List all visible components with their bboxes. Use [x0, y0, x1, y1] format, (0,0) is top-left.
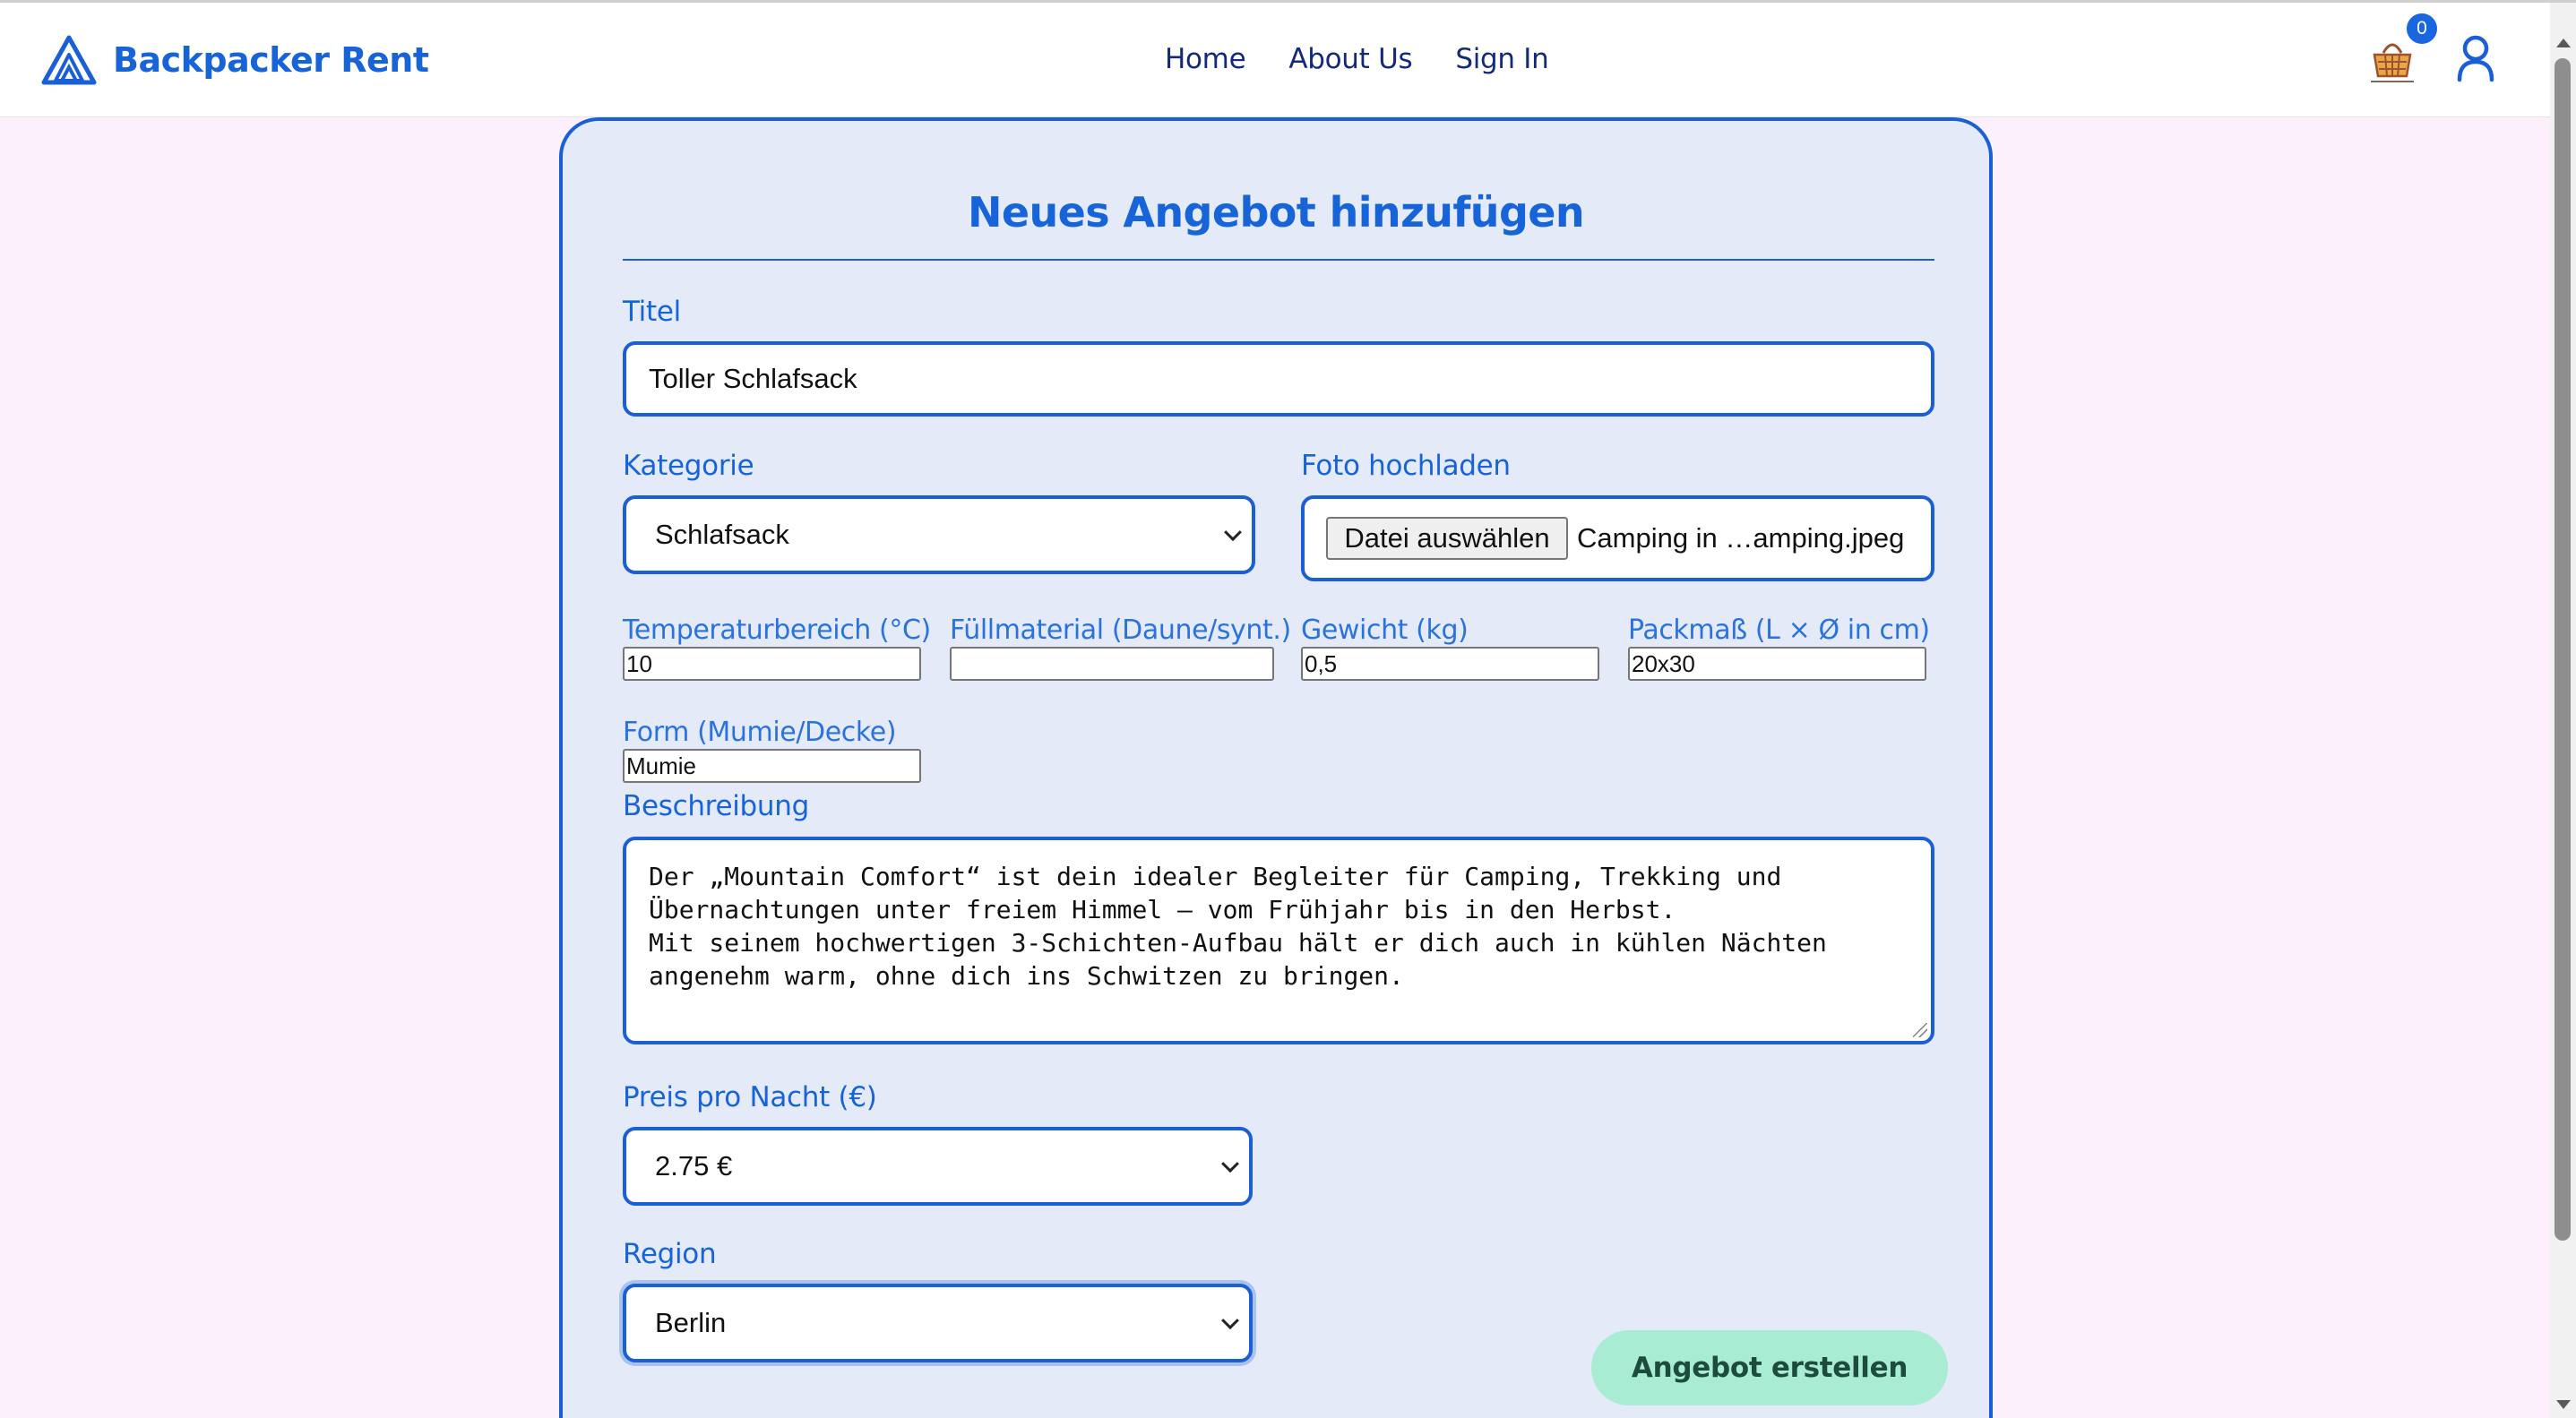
- main-nav: Home About Us Sign In: [1165, 43, 1549, 75]
- kategorie-label: Kategorie: [623, 450, 754, 482]
- temperature-input[interactable]: 10: [623, 647, 921, 681]
- navbar: Backpacker Rent Home About Us Sign In 0: [0, 3, 2550, 117]
- user-icon: [2457, 35, 2494, 82]
- user-account-button[interactable]: [2455, 33, 2496, 83]
- page-scrollbar[interactable]: [2550, 3, 2576, 1418]
- description-line: Der „Mountain Comfort“ ist dein idealer …: [649, 862, 1782, 891]
- brand-name: Backpacker Rent: [113, 40, 429, 80]
- foto-label: Foto hochladen: [1301, 450, 1511, 482]
- title-divider: [623, 259, 1934, 261]
- pack-size-label: Packmaß (L × Ø in cm): [1628, 614, 1930, 646]
- preis-label: Preis pro Nacht (€): [623, 1081, 877, 1113]
- preis-selected-value: 2.75 €: [655, 1150, 733, 1182]
- region-selected-value: Berlin: [655, 1307, 727, 1338]
- cart-button[interactable]: 0: [2365, 12, 2439, 83]
- fill-material-input[interactable]: [950, 647, 1274, 681]
- chevron-down-icon: [1221, 1311, 1239, 1330]
- beschreibung-label: Beschreibung: [623, 790, 809, 822]
- titel-label: Titel: [623, 296, 681, 328]
- kategorie-selected-value: Schlafsack: [655, 519, 789, 550]
- scroll-down-arrow-icon[interactable]: [2556, 1400, 2571, 1409]
- foto-upload-field[interactable]: Datei auswählen Camping in …amping.jpeg: [1301, 495, 1934, 581]
- offer-form-card: Neues Angebot hinzufügen Titel Toller Sc…: [559, 117, 1993, 1418]
- resize-handle-icon[interactable]: [1913, 1023, 1927, 1037]
- selected-file-name: Camping in …amping.jpeg: [1577, 522, 1905, 554]
- pack-size-input[interactable]: 20x30: [1628, 647, 1926, 681]
- temperature-label: Temperaturbereich (°C): [623, 614, 931, 646]
- preis-select[interactable]: 2.75 €: [623, 1127, 1253, 1206]
- description-line: angenehm warm, ohne dich ins Schwitzen z…: [649, 961, 1404, 991]
- description-line: Mit seinem hochwertigen 3-Schichten-Aufb…: [649, 928, 1827, 958]
- fill-material-label: Füllmaterial (Daune/synt.): [950, 614, 1291, 646]
- chevron-down-icon: [1224, 523, 1242, 542]
- create-offer-button[interactable]: Angebot erstellen: [1591, 1330, 1948, 1405]
- description-line: Übernachtungen unter freiem Himmel – vom…: [649, 895, 1676, 924]
- kategorie-select[interactable]: Schlafsack: [623, 495, 1255, 574]
- weight-input[interactable]: 0,5: [1301, 647, 1599, 681]
- nav-sign-in[interactable]: Sign In: [1455, 43, 1548, 75]
- region-label: Region: [623, 1238, 717, 1270]
- beschreibung-textarea[interactable]: Der „Mountain Comfort“ ist dein idealer …: [623, 837, 1934, 1044]
- brand-link[interactable]: Backpacker Rent: [41, 33, 429, 87]
- form-title: Neues Angebot hinzufügen: [967, 188, 1585, 236]
- nav-home[interactable]: Home: [1165, 43, 1246, 75]
- choose-file-button[interactable]: Datei auswählen: [1326, 517, 1568, 560]
- shape-label: Form (Mumie/Decke): [623, 717, 897, 748]
- cart-count-badge: 0: [2405, 12, 2439, 46]
- titel-input[interactable]: Toller Schlafsack: [623, 341, 1934, 417]
- mountain-logo-icon: [41, 35, 97, 85]
- shape-input[interactable]: Mumie: [623, 749, 921, 783]
- scrollbar-thumb[interactable]: [2554, 58, 2571, 1241]
- chevron-down-icon: [1221, 1155, 1239, 1173]
- weight-label: Gewicht (kg): [1301, 614, 1469, 646]
- region-select[interactable]: Berlin: [623, 1284, 1253, 1362]
- scroll-up-arrow-icon[interactable]: [2556, 39, 2571, 47]
- nav-about-us[interactable]: About Us: [1288, 43, 1412, 75]
